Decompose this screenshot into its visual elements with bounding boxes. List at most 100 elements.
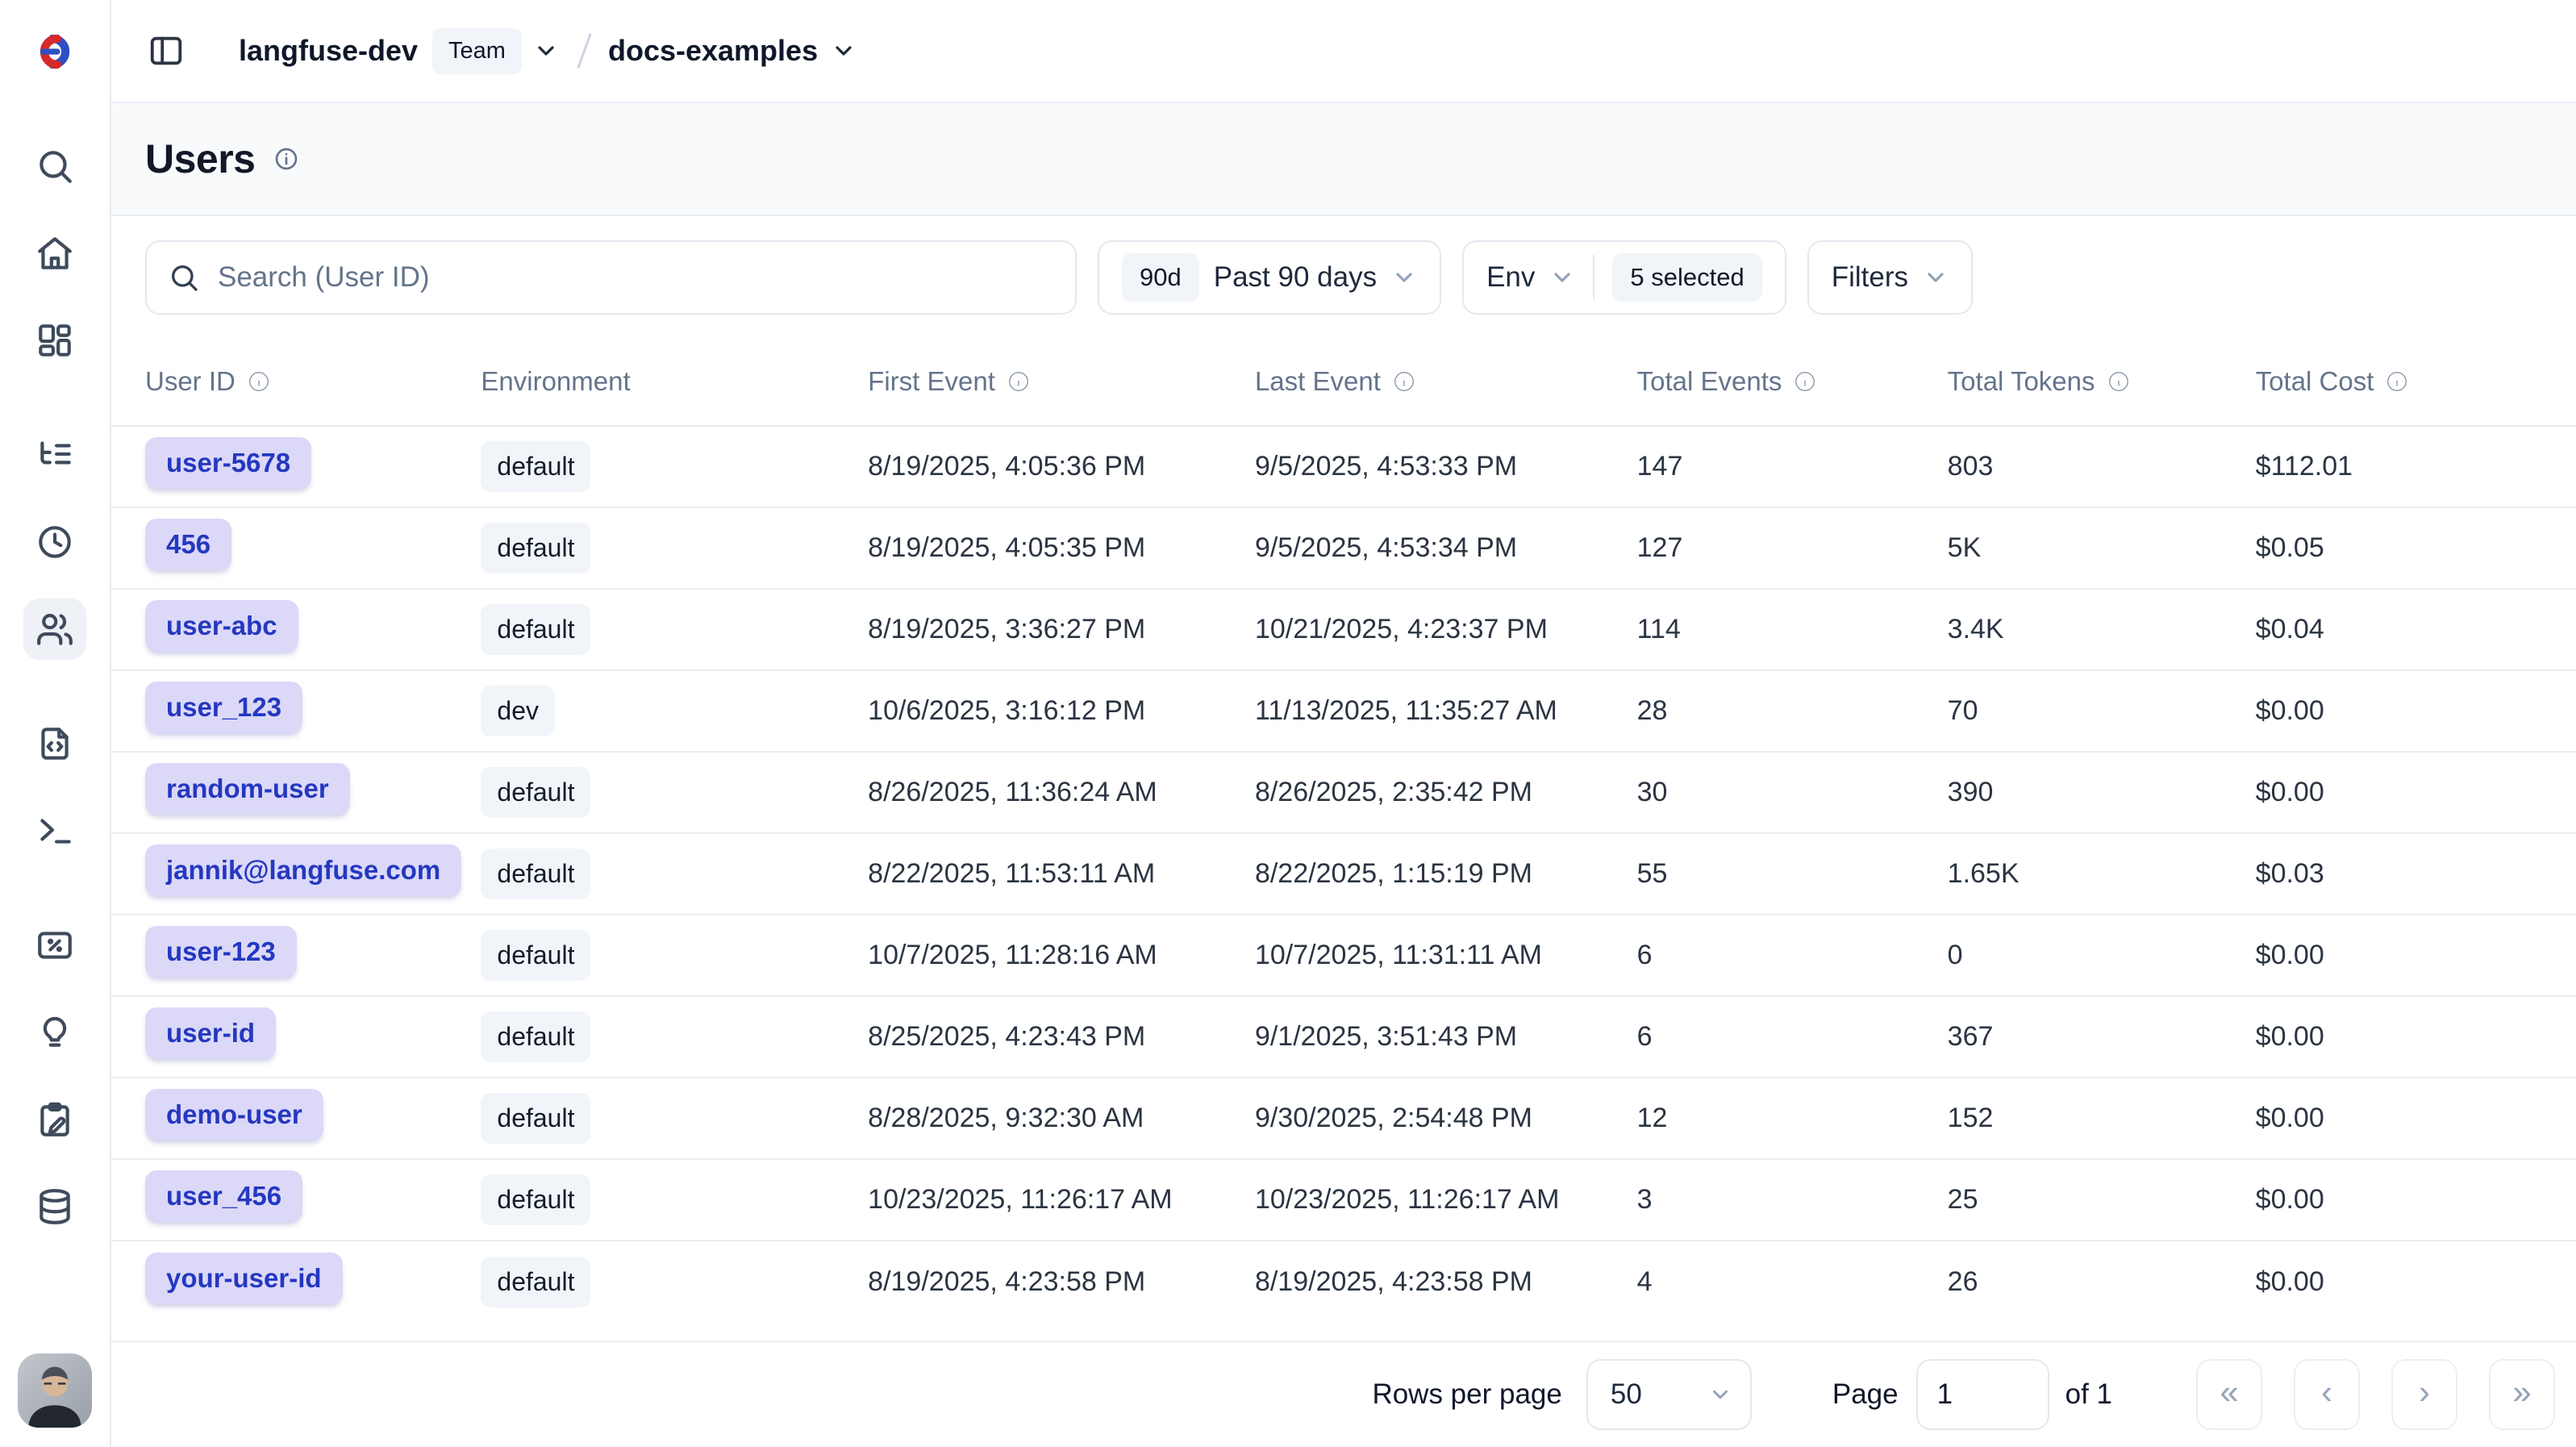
total-cost-cell: $0.00 [2256, 752, 2576, 833]
sidebar-item-sessions[interactable] [23, 511, 86, 573]
user-id-link[interactable]: user_123 [145, 682, 302, 733]
user-menu[interactable] [18, 1353, 92, 1428]
first-event-cell: 8/25/2025, 4:23:43 PM [868, 996, 1255, 1078]
lightbulb-icon [35, 1012, 75, 1053]
filters-label: Filters [1832, 261, 1908, 294]
user-id-link[interactable]: user_456 [145, 1170, 302, 1222]
table-row[interactable]: random-user default 8/26/2025, 11:36:24 … [111, 752, 2576, 833]
environment-badge: default [481, 441, 590, 492]
clock-icon [35, 522, 75, 562]
total-cost-cell: $0.05 [2256, 507, 2576, 589]
total-cost-cell: $112.01 [2256, 426, 2576, 507]
total-cost-cell: $0.00 [2256, 915, 2576, 996]
project-switcher-button[interactable] [831, 38, 857, 64]
table-row[interactable]: user-abc default 8/19/2025, 3:36:27 PM 1… [111, 589, 2576, 670]
sidebar-item-tracing[interactable] [23, 424, 86, 486]
column-header-total-events[interactable]: Total Events [1637, 337, 1948, 426]
first-event-cell: 8/19/2025, 4:05:35 PM [868, 507, 1255, 589]
user-id-link[interactable]: user-123 [145, 926, 297, 978]
sidebar-item-search[interactable] [23, 136, 86, 197]
column-header-user-id[interactable]: User ID [111, 337, 481, 426]
last-event-cell: 9/5/2025, 4:53:33 PM [1255, 426, 1637, 507]
org-switcher-button[interactable] [533, 38, 559, 64]
total-events-cell: 4 [1637, 1241, 1948, 1322]
last-page-button[interactable]: » [2489, 1359, 2555, 1430]
first-event-cell: 8/22/2025, 11:53:11 AM [868, 833, 1255, 915]
sidebar-item-evaluators[interactable] [23, 1002, 86, 1063]
column-header-total-tokens[interactable]: Total Tokens [1948, 337, 2256, 426]
page-number-input[interactable] [1916, 1359, 2049, 1430]
page-info-icon[interactable] [273, 146, 299, 172]
column-header-total-cost[interactable]: Total Cost [2256, 337, 2576, 426]
info-icon [1793, 369, 1817, 394]
table-row[interactable]: 456 default 8/19/2025, 4:05:35 PM 9/5/20… [111, 507, 2576, 589]
total-cost-cell: $0.03 [2256, 833, 2576, 915]
sidebar-toggle-button[interactable] [144, 28, 189, 73]
terminal-icon [35, 811, 75, 851]
project-name[interactable]: docs-examples [608, 34, 818, 68]
search-box[interactable] [145, 240, 1077, 315]
environment-filter-button[interactable]: Env 5 selected [1462, 240, 1786, 315]
chevron-down-icon [1708, 1382, 1732, 1407]
table-row[interactable]: demo-user default 8/28/2025, 9:32:30 AM … [111, 1078, 2576, 1159]
total-tokens-cell: 25 [1948, 1159, 2256, 1241]
user-id-link[interactable]: user-id [145, 1007, 276, 1059]
total-cost-cell: $0.04 [2256, 589, 2576, 670]
user-id-link[interactable]: your-user-id [145, 1253, 343, 1304]
total-tokens-cell: 152 [1948, 1078, 2256, 1159]
sidebar-item-users[interactable] [23, 598, 86, 660]
sidebar-item-home[interactable] [23, 223, 86, 284]
org-name[interactable]: langfuse-dev [239, 34, 418, 68]
sidebar-item-dashboards[interactable] [23, 310, 86, 371]
last-event-cell: 11/13/2025, 11:35:27 AM [1255, 670, 1637, 752]
user-id-link[interactable]: random-user [145, 763, 350, 815]
user-id-link[interactable]: user-abc [145, 600, 298, 652]
first-event-cell: 8/19/2025, 4:23:58 PM [868, 1241, 1255, 1322]
date-range-label: Past 90 days [1214, 261, 1377, 294]
first-event-cell: 10/7/2025, 11:28:16 AM [868, 915, 1255, 996]
sidebar-item-annotation[interactable] [23, 1089, 86, 1150]
table-row[interactable]: jannik@langfuse.com default 8/22/2025, 1… [111, 833, 2576, 915]
table-row[interactable]: user_456 default 10/23/2025, 11:26:17 AM… [111, 1159, 2576, 1241]
total-tokens-cell: 390 [1948, 752, 2256, 833]
total-tokens-cell: 803 [1948, 426, 2256, 507]
total-cost-cell: $0.00 [2256, 1078, 2576, 1159]
sidebar-item-scores[interactable] [23, 915, 86, 976]
previous-page-button[interactable]: ‹ [2294, 1359, 2360, 1430]
total-events-cell: 28 [1637, 670, 1948, 752]
date-range-button[interactable]: 90d Past 90 days [1098, 240, 1441, 315]
sidebar-item-playground[interactable] [23, 800, 86, 861]
table-row[interactable]: user-5678 default 8/19/2025, 4:05:36 PM … [111, 426, 2576, 507]
env-label: Env [1486, 261, 1535, 294]
last-event-cell: 10/23/2025, 11:26:17 AM [1255, 1159, 1637, 1241]
next-page-button[interactable]: › [2391, 1359, 2457, 1430]
user-id-link[interactable]: demo-user [145, 1089, 323, 1141]
avatar[interactable] [18, 1353, 92, 1428]
main-area: langfuse-dev Team docs-examples Users 90… [111, 0, 2576, 1447]
user-id-link[interactable]: jannik@langfuse.com [145, 844, 461, 896]
dashboard-grid-icon [35, 320, 75, 361]
sidebar-item-prompts[interactable] [23, 713, 86, 774]
total-events-cell: 55 [1637, 833, 1948, 915]
environment-badge: default [481, 767, 590, 818]
database-icon [35, 1186, 75, 1227]
first-event-cell: 8/26/2025, 11:36:24 AM [868, 752, 1255, 833]
filters-button[interactable]: Filters [1807, 240, 1973, 315]
sidebar-item-datasets[interactable] [23, 1176, 86, 1237]
table-row[interactable]: user-id default 8/25/2025, 4:23:43 PM 9/… [111, 996, 2576, 1078]
first-page-button[interactable]: « [2196, 1359, 2262, 1430]
column-header-last-event[interactable]: Last Event [1255, 337, 1637, 426]
table-row[interactable]: user_123 dev 10/6/2025, 3:16:12 PM 11/13… [111, 670, 2576, 752]
table-row[interactable]: your-user-id default 8/19/2025, 4:23:58 … [111, 1241, 2576, 1322]
search-input[interactable] [218, 261, 1054, 294]
rows-per-page-select[interactable]: 50 [1586, 1359, 1752, 1430]
panel-left-icon [148, 32, 185, 69]
user-id-link[interactable]: user-5678 [145, 437, 311, 489]
column-header-first-event[interactable]: First Event [868, 337, 1255, 426]
user-id-link[interactable]: 456 [145, 519, 231, 570]
table-row[interactable]: user-123 default 10/7/2025, 11:28:16 AM … [111, 915, 2576, 996]
sidebar-nav [23, 103, 86, 1353]
total-events-cell: 3 [1637, 1159, 1948, 1241]
column-header-environment[interactable]: Environment [481, 337, 868, 426]
total-events-cell: 12 [1637, 1078, 1948, 1159]
